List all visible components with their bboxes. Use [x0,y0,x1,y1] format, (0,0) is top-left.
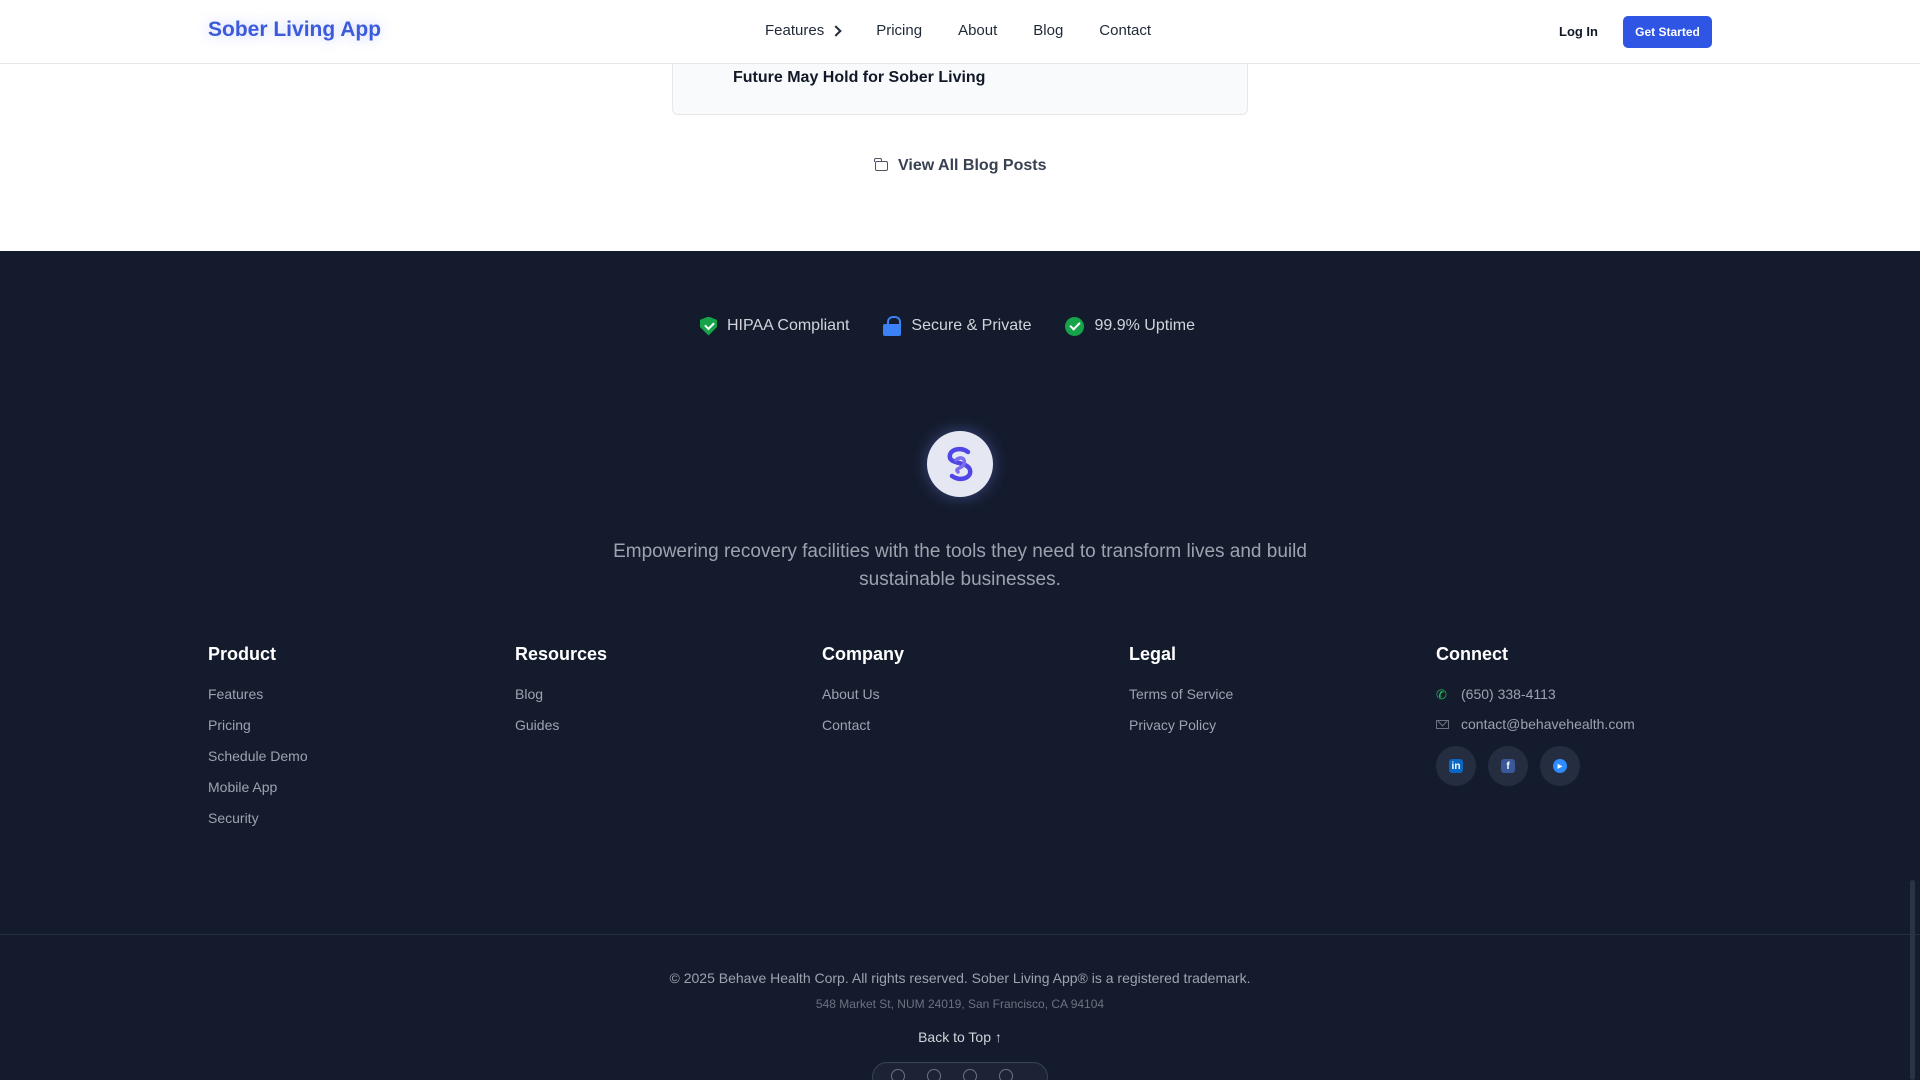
brand-s-icon [947,446,973,482]
nav-blog[interactable]: Blog [1033,22,1063,39]
get-started-button[interactable]: Get Started [1623,16,1712,48]
site-footer: HIPAA Compliant Secure & Private 99.9% U… [0,251,1920,1080]
footer-link-schedule-demo[interactable]: Schedule Demo [208,748,308,764]
footer-link-blog[interactable]: Blog [515,686,607,702]
footer-col-company: Company About Us Contact [822,644,904,748]
footer-col-title: Legal [1129,644,1177,664]
footer-tagline: Empowering recovery facilities with the … [613,541,1307,590]
check-circle-icon [1065,316,1085,336]
badge-uptime-label: 99.9% Uptime [1094,317,1195,334]
footer-link-mobile-app[interactable]: Mobile App [208,779,308,795]
blog-post-title: Future May Hold for Sober Living [733,69,986,86]
mic-icon[interactable] [891,1069,905,1080]
nav-about[interactable]: About [958,22,997,39]
phone-number: (650) 338-4113 [1461,686,1556,702]
folder-icon [874,158,888,171]
company-address: 548 Market St, NUM 24019, San Francisco,… [815,997,1105,1011]
footer-link-about-us[interactable]: About Us [822,686,904,702]
footer-col-title: Connect [1436,644,1508,664]
nav-features[interactable]: Features [765,22,842,39]
footer-link-terms[interactable]: Terms of Service [1129,686,1233,702]
linkedin-icon: in [1449,759,1463,773]
nav-features-label: Features [765,22,825,39]
phone-icon: ✆ [1436,686,1447,702]
view-all-label: View All Blog Posts [898,157,1047,174]
facebook-icon: f [1501,759,1515,773]
badge-hipaa-label: HIPAA Compliant [727,317,850,334]
brand-logo-mark [927,431,993,497]
footer-col-legal: Legal Terms of Service Privacy Policy [1129,644,1233,748]
footer-link-pricing[interactable]: Pricing [208,717,308,733]
badge-secure-label: Secure & Private [911,317,1032,334]
social-links: in f ▸ [1436,746,1635,786]
footer-link-security[interactable]: Security [208,810,308,826]
footer-col-title: Company [822,644,905,664]
chevron-right-icon [830,24,842,37]
back-to-top-link[interactable]: Back to Top ↑ [0,1029,1920,1045]
facebook-button[interactable]: f [1488,746,1528,786]
lock-icon [883,316,902,336]
footer-divider [0,934,1920,935]
hand-icon[interactable] [927,1069,941,1080]
footer-col-title: Resources [515,644,608,664]
copyright-text: © 2025 Behave Health Corp. All rights re… [669,970,1251,986]
nav-contact[interactable]: Contact [1099,22,1151,39]
footer-link-guides[interactable]: Guides [515,717,607,733]
footer-email[interactable]: contact@behavehealth.com [1436,716,1635,732]
menu-icon[interactable] [963,1069,977,1080]
badge-hipaa: HIPAA Compliant [700,316,849,336]
zoom-icon: ▸ [1553,759,1567,773]
settings-icon[interactable] [999,1069,1013,1080]
main-nav: Features Pricing About Blog Contact [765,22,1151,39]
site-logo[interactable]: Sober Living App [208,18,381,42]
mail-icon [1436,719,1449,729]
view-all-blog-posts-link[interactable]: View All Blog Posts [874,157,1047,175]
footer-col-title: Product [208,644,277,664]
footer-col-product: Product Features Pricing Schedule Demo M… [208,644,308,841]
footer-link-contact[interactable]: Contact [822,717,904,733]
trust-badges: HIPAA Compliant Secure & Private 99.9% U… [700,316,1195,336]
footer-col-resources: Resources Blog Guides [515,644,607,748]
badge-secure: Secure & Private [883,316,1031,336]
floating-toolbar [872,1062,1048,1080]
shield-check-icon [700,316,717,336]
zoom-button[interactable]: ▸ [1540,746,1580,786]
linkedin-button[interactable]: in [1436,746,1476,786]
site-header: Sober Living App Features Pricing About … [0,0,1920,64]
footer-link-features[interactable]: Features [208,686,308,702]
email-address: contact@behavehealth.com [1461,716,1635,732]
scrollbar-thumb[interactable] [1910,880,1915,1080]
badge-uptime: 99.9% Uptime [1065,316,1195,336]
footer-phone[interactable]: ✆ (650) 338-4113 [1436,686,1635,702]
login-link[interactable]: Log In [1559,24,1598,39]
nav-pricing[interactable]: Pricing [876,22,922,39]
footer-link-privacy[interactable]: Privacy Policy [1129,717,1233,733]
footer-col-connect: Connect ✆ (650) 338-4113 contact@behaveh… [1436,644,1635,786]
